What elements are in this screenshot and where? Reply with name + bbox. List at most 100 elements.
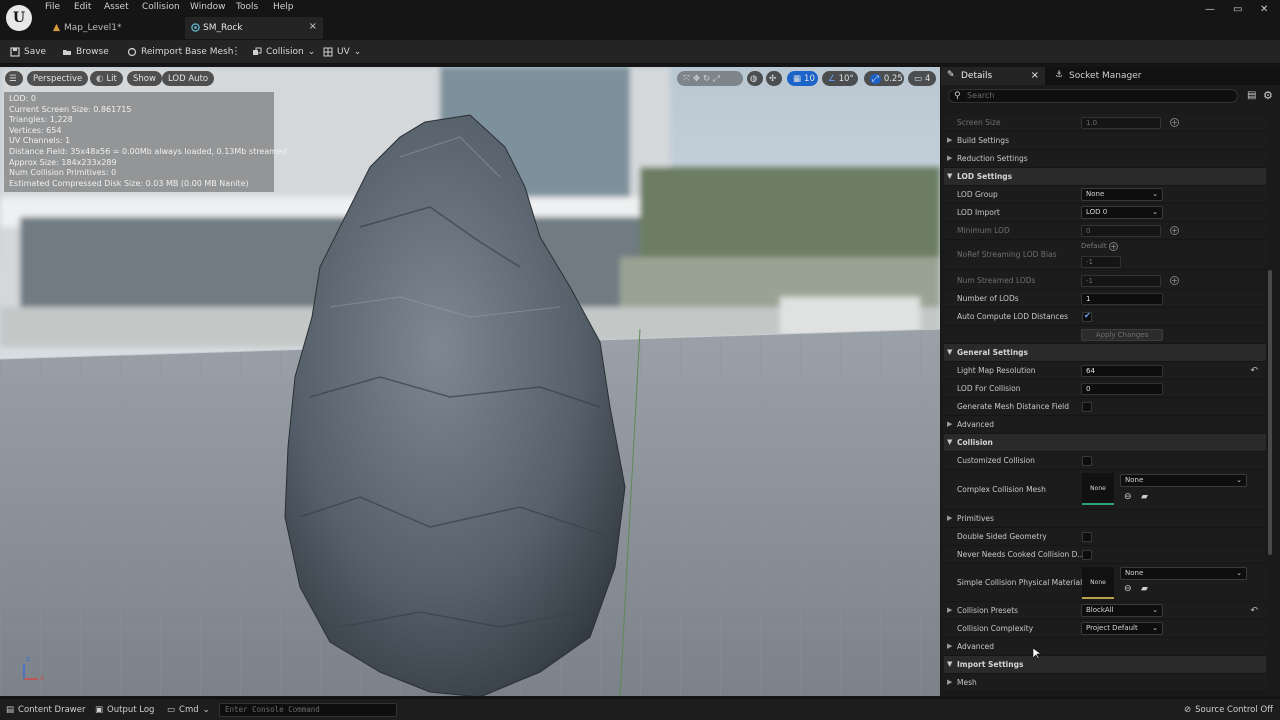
row-reduction-settings[interactable]: ▶ Reduction Settings <box>944 150 1266 168</box>
show-button[interactable]: Show <box>127 71 162 86</box>
menu-help[interactable]: Help <box>273 2 294 12</box>
menu-collision[interactable]: Collision <box>142 2 180 12</box>
unreal-logo-icon[interactable]: U <box>6 5 32 31</box>
console-command-input[interactable]: Enter Console Command <box>219 703 397 717</box>
chevron-down-icon: ⌄ <box>202 705 210 715</box>
details-panel: ✎ Details × ⚓ Socket Manager ⚲ Search ▤ … <box>941 67 1280 696</box>
category-import-settings[interactable]: ▼ Import Settings <box>944 656 1266 674</box>
apply-changes-button[interactable]: Apply Changes <box>1081 329 1163 341</box>
tab-sm-rock[interactable]: SM_Rock × <box>185 17 323 39</box>
content-drawer-button[interactable]: ▤ Content Drawer <box>6 699 85 720</box>
tab-socket-manager[interactable]: ⚓ Socket Manager <box>1049 67 1159 85</box>
add-icon[interactable]: + <box>1170 118 1179 127</box>
uv-dropdown[interactable]: UV ⌄ <box>323 40 361 64</box>
lod-auto-button[interactable]: LOD Auto <box>162 71 215 86</box>
simple-phys-dropdown[interactable]: None ⌄ <box>1120 567 1247 580</box>
light-map-field[interactable]: 64 <box>1081 365 1163 377</box>
add-icon[interactable]: + <box>1170 226 1179 235</box>
lod-group-dropdown[interactable]: None ⌄ <box>1081 188 1163 201</box>
source-control-label: Source Control Off <box>1195 705 1273 715</box>
reimport-base-mesh-button[interactable]: Reimport Base Mesh <box>127 40 233 64</box>
chevron-down-icon: ⌄ <box>1152 606 1158 614</box>
row-noref-streaming: NoRef Streaming LOD Bias Default + -1 <box>944 240 1266 270</box>
screen-size-field[interactable]: 1.0 <box>1081 117 1161 129</box>
row-light-map-resolution: Light Map Resolution 64 ↶ <box>944 362 1266 380</box>
lit-button[interactable]: ◐ Lit <box>90 71 123 86</box>
row-generate-distance-field: Generate Mesh Distance Field <box>944 398 1266 416</box>
chevron-right-icon[interactable]: ▶ <box>947 606 952 614</box>
save-button[interactable]: Save <box>10 40 46 64</box>
collision-presets-dropdown[interactable]: BlockAll ⌄ <box>1081 604 1163 617</box>
grid-snap-toggle[interactable]: ▦ 10 <box>787 71 818 86</box>
stat-approx-size: Approx Size: 184x233x289 <box>9 157 117 167</box>
complex-mesh-thumbnail[interactable]: None <box>1082 473 1114 505</box>
add-icon[interactable]: + <box>1170 276 1179 285</box>
never-cooked-checkbox[interactable] <box>1082 550 1092 560</box>
scale-snap-toggle[interactable]: ⤢ 0.25 <box>864 71 904 86</box>
reset-icon[interactable]: ↶ <box>1250 366 1258 376</box>
gen-distance-checkbox[interactable] <box>1082 402 1092 412</box>
category-collision[interactable]: ▼ Collision <box>944 434 1266 452</box>
num-streamed-field[interactable]: -1 <box>1081 275 1161 287</box>
menu-window[interactable]: Window <box>190 2 226 12</box>
category-lod-settings[interactable]: ▼ LOD Settings <box>944 168 1266 186</box>
output-log-button[interactable]: ▣ Output Log <box>95 699 154 720</box>
use-selected-icon[interactable]: ⊖ <box>1124 492 1134 502</box>
rotate-snap-toggle[interactable]: ∠ 10° <box>822 71 858 86</box>
minimum-lod-field[interactable]: 0 <box>1081 225 1161 237</box>
lod-import-dropdown[interactable]: LOD 0 ⌄ <box>1081 206 1163 219</box>
add-icon[interactable]: + <box>1109 242 1118 251</box>
never-cooked-label: Never Needs Cooked Collision D... <box>957 550 1085 559</box>
close-tab-icon[interactable]: × <box>309 21 317 32</box>
mesh-viewport[interactable]: z x ☰ Perspective ◐ Lit Show LOD Auto ⤧ … <box>0 67 940 696</box>
simple-phys-thumbnail[interactable]: None <box>1082 567 1114 599</box>
menu-tools[interactable]: Tools <box>236 2 258 12</box>
menu-edit[interactable]: Edit <box>74 2 91 12</box>
menu-file[interactable]: File <box>45 2 60 12</box>
row-advanced-collision[interactable]: ▶ Advanced <box>944 638 1266 656</box>
double-sided-checkbox[interactable] <box>1082 532 1092 542</box>
gen-distance-label: Generate Mesh Distance Field <box>957 402 1070 411</box>
menu-asset[interactable]: Asset <box>104 2 129 12</box>
details-scrollbar[interactable] <box>1268 270 1272 555</box>
surface-snap-toggle[interactable]: ✣ <box>766 71 782 86</box>
tab-map-level1[interactable]: Map_Level1* <box>46 17 180 39</box>
collision-complexity-dropdown[interactable]: Project Default ⌄ <box>1081 622 1163 635</box>
source-control-button[interactable]: ⊘ Source Control Off <box>1184 699 1273 720</box>
row-build-settings[interactable]: ▶ Build Settings <box>944 132 1266 150</box>
chevron-down-icon: ▼ <box>947 348 953 356</box>
camera-speed-button[interactable]: ▭ 4 <box>908 71 936 86</box>
customized-collision-checkbox[interactable] <box>1082 456 1092 466</box>
row-advanced-general[interactable]: ▶ Advanced <box>944 416 1266 434</box>
gear-icon[interactable]: ⚙ <box>1263 89 1273 102</box>
viewport-menu-button[interactable]: ☰ <box>5 71 23 86</box>
transform-tools[interactable]: ⤧ ✥ ↻ ⤢ <box>677 71 743 86</box>
cmd-dropdown[interactable]: ▭ Cmd ⌄ <box>167 699 210 720</box>
browse-folder-icon[interactable]: ▰ <box>1141 492 1151 502</box>
number-of-lods-field[interactable]: 1 <box>1081 293 1163 305</box>
maximize-icon[interactable]: ▭ <box>1233 4 1242 15</box>
use-selected-icon[interactable]: ⊖ <box>1124 584 1134 594</box>
row-mesh[interactable]: ▶ Mesh <box>944 674 1266 692</box>
complex-mesh-dropdown[interactable]: None ⌄ <box>1120 474 1247 487</box>
table-view-icon[interactable]: ▤ <box>1247 90 1256 101</box>
collision-dropdown[interactable]: Collision ⌄ <box>252 40 315 64</box>
close-window-icon[interactable]: ✕ <box>1260 4 1268 15</box>
more-options-icon[interactable]: ⋮ <box>231 46 241 57</box>
reset-icon[interactable]: ↶ <box>1250 606 1258 616</box>
minimize-icon[interactable]: — <box>1205 4 1215 15</box>
axis-z-label: z <box>26 655 30 663</box>
tab-details[interactable]: ✎ Details × <box>941 67 1045 85</box>
perspective-button[interactable]: Perspective <box>27 71 89 86</box>
browse-folder-icon[interactable]: ▰ <box>1141 584 1151 594</box>
details-search-input[interactable]: ⚲ Search <box>948 89 1238 103</box>
lod-collision-field[interactable]: 0 <box>1081 383 1163 395</box>
noref-field[interactable]: -1 <box>1081 256 1121 268</box>
world-local-toggle[interactable]: ◍ <box>747 71 763 86</box>
row-primitives[interactable]: ▶ Primitives <box>944 510 1266 528</box>
close-panel-icon[interactable]: × <box>1031 70 1039 81</box>
category-general-settings[interactable]: ▼ General Settings <box>944 344 1266 362</box>
auto-compute-checkbox[interactable] <box>1082 311 1092 322</box>
browse-button[interactable]: Browse <box>62 40 109 64</box>
source-control-icon: ⊘ <box>1184 705 1192 715</box>
